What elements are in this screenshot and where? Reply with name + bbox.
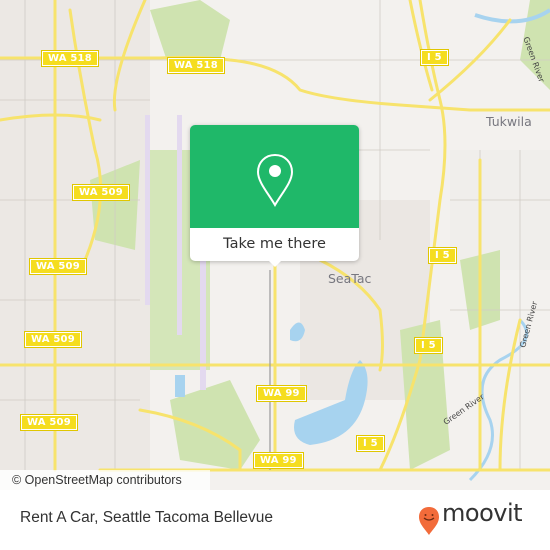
shield-wa509-bottom: WA 509 xyxy=(20,414,78,431)
popup-header[interactable] xyxy=(190,125,359,228)
shield-i5-mid: I 5 xyxy=(428,247,457,264)
directions-popup[interactable]: Take me there xyxy=(190,125,359,267)
city-label-tukwila: Tukwila xyxy=(486,114,532,129)
shield-wa509-middle: WA 509 xyxy=(29,258,87,275)
shield-wa509-lower: WA 509 xyxy=(24,331,82,348)
place-name: Rent A Car, Seattle Tacoma Bellevue xyxy=(20,509,274,526)
map-attribution[interactable]: © OpenStreetMap contributors xyxy=(0,470,210,490)
city-label-seatac: SeaTac xyxy=(328,271,372,286)
shield-wa99-upper: WA 99 xyxy=(256,385,307,402)
popup-pointer xyxy=(267,259,283,267)
location-pin-icon xyxy=(256,153,294,207)
shield-i5-lower: I 5 xyxy=(414,337,443,354)
shield-i5-north: I 5 xyxy=(420,49,449,66)
take-me-there-button[interactable]: Take me there xyxy=(190,228,359,261)
shield-wa99-lower: WA 99 xyxy=(253,452,304,469)
shield-wa509-upper: WA 509 xyxy=(72,184,130,201)
shield-wa518-west: WA 518 xyxy=(41,50,99,67)
shield-i5-south: I 5 xyxy=(356,435,385,452)
shield-wa518-east: WA 518 xyxy=(167,57,225,74)
moovit-logo-icon[interactable] xyxy=(418,506,440,536)
moovit-wordmark[interactable]: moovit xyxy=(442,499,523,527)
